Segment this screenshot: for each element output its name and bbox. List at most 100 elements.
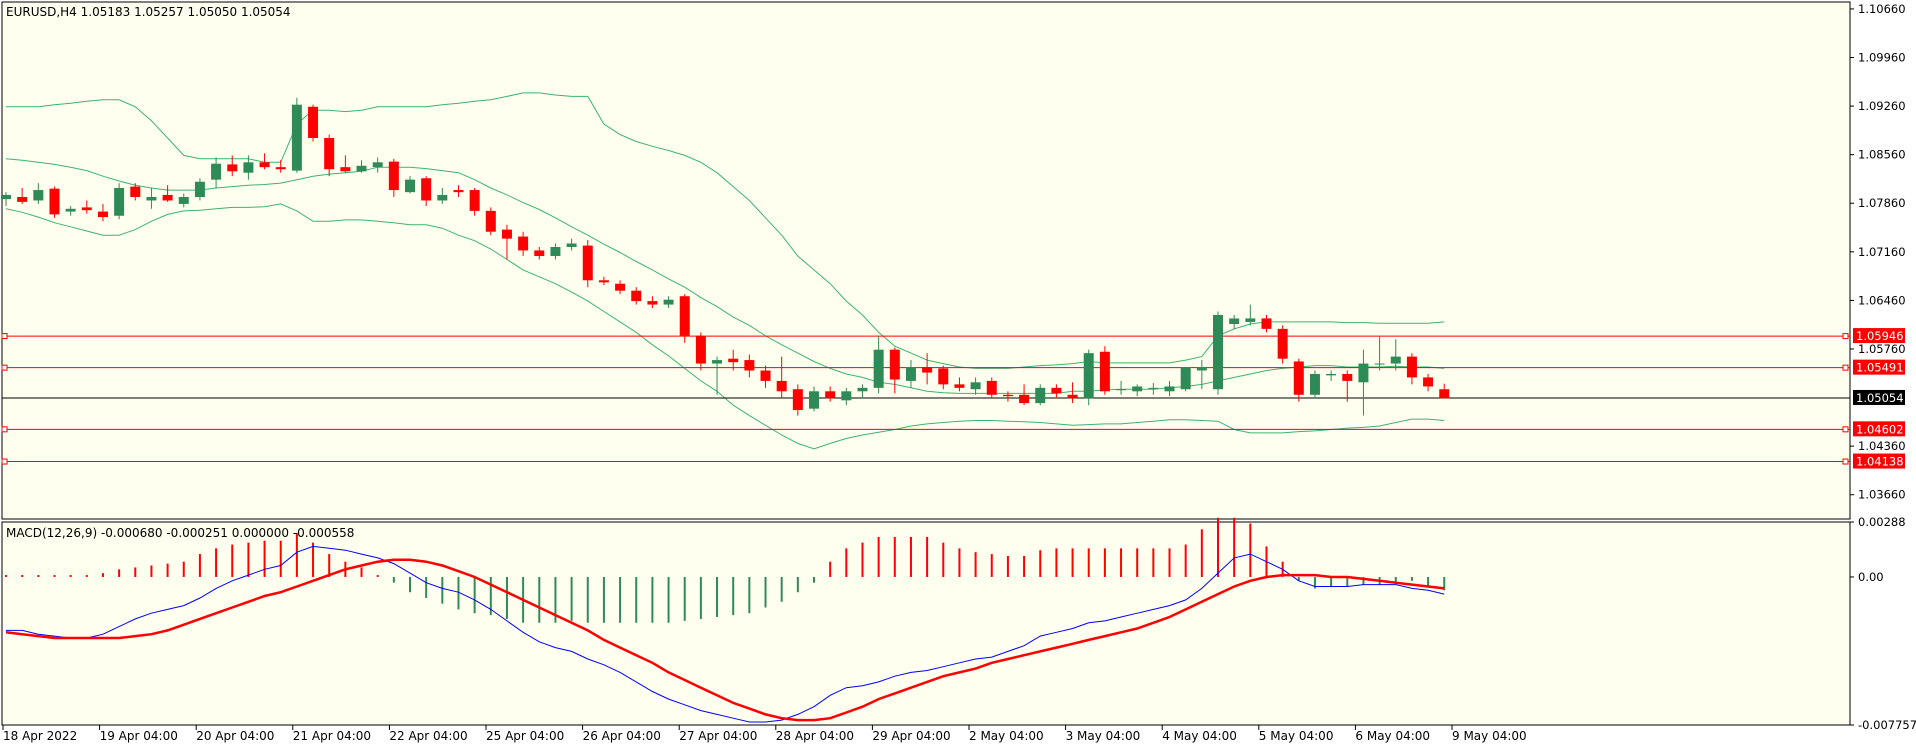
candle-body	[712, 360, 723, 364]
candle-body	[372, 162, 383, 168]
candle-body	[1358, 363, 1369, 383]
candle-body	[1099, 351, 1110, 392]
x-tick-label: 27 Apr 04:00	[679, 729, 757, 743]
candle-body	[582, 245, 593, 281]
x-tick-label: 19 Apr 04:00	[100, 729, 178, 743]
candle-body	[1309, 373, 1320, 395]
candle-body	[291, 104, 302, 171]
candle-body	[679, 296, 690, 336]
price-tick-label: 1.09260	[1858, 99, 1906, 113]
candle-body	[647, 301, 658, 305]
candle-body	[615, 283, 626, 291]
hline-marker-right	[1842, 458, 1849, 465]
candle-body	[518, 236, 529, 251]
candle-body	[146, 197, 157, 201]
candle-body	[405, 179, 415, 193]
candle-body	[308, 106, 319, 139]
candle-body	[33, 190, 44, 201]
hline-marker-right	[1842, 364, 1849, 371]
price-tick-label: 1.07860	[1858, 196, 1906, 210]
candle-body	[986, 380, 997, 395]
candle-body	[550, 246, 561, 256]
price-tick-label: 1.08560	[1858, 148, 1906, 162]
candle-body	[534, 250, 545, 256]
candle-body	[1439, 389, 1450, 399]
candle-body	[1277, 328, 1288, 359]
candle-body	[938, 368, 949, 385]
x-tick-label: 25 Apr 04:00	[486, 729, 564, 743]
x-tick-label: 21 Apr 04:00	[293, 729, 371, 743]
price-tick-label: 1.05760	[1858, 342, 1906, 356]
candle-body	[1261, 318, 1272, 329]
x-tick-label: 2 May 04:00	[969, 729, 1044, 743]
chart-svg: 1.05946 1.05491 1.04602 1.04138 1.05054 1.106…	[1, 1, 1916, 743]
price-tick-label: 1.07160	[1858, 245, 1906, 259]
candle-body	[1051, 387, 1062, 394]
candle-body	[227, 164, 238, 172]
candle-body	[1245, 318, 1256, 322]
candle-body	[162, 194, 173, 201]
candle-body	[388, 161, 399, 191]
x-tick-label: 9 May 04:00	[1452, 729, 1527, 743]
price-tick-label: 1.10660	[1858, 2, 1906, 16]
price-tag-label: 1.05491	[1856, 361, 1904, 375]
candle-body	[776, 380, 787, 392]
price-panel-bg	[1, 1, 1851, 520]
macd-tick-label: 0.00288	[1858, 515, 1906, 529]
candle-body	[1180, 367, 1191, 390]
x-tick-label: 28 Apr 04:00	[776, 729, 854, 743]
candle-body	[905, 367, 916, 381]
price-tick-label: 1.03660	[1858, 488, 1906, 502]
macd-tick-label: -0.007757	[1858, 718, 1916, 732]
candle-body	[1116, 389, 1127, 391]
candle-body	[1423, 377, 1434, 387]
candle-body	[17, 197, 28, 202]
price-tag-label: 1.05946	[1856, 329, 1904, 343]
candle-body	[1164, 386, 1175, 392]
candle-body	[49, 188, 60, 215]
candle-body	[825, 391, 836, 399]
candle-body	[744, 360, 755, 371]
hline-marker-left	[1, 364, 8, 371]
candle-body	[65, 208, 76, 212]
candle-body	[663, 299, 674, 305]
x-tick-label: 20 Apr 04:00	[196, 729, 274, 743]
candle-body	[194, 181, 205, 198]
candle-body	[114, 187, 125, 216]
price-tick-label: 1.09960	[1858, 51, 1906, 65]
hline-marker-left	[1, 333, 8, 340]
macd-info: MACD(12,26,9) -0.000680 -0.000251 0.0000…	[6, 526, 354, 540]
candle-body	[469, 190, 480, 211]
hline-marker-right	[1842, 333, 1849, 340]
candle-body	[211, 163, 222, 180]
candle-body	[598, 280, 609, 283]
candle-body	[97, 211, 108, 218]
candle-body	[1, 194, 11, 200]
x-tick-label: 3 May 04:00	[1066, 729, 1141, 743]
candle-body	[1406, 356, 1417, 378]
macd-panel-bg	[1, 521, 1851, 726]
candle-body	[1002, 394, 1013, 397]
candle-body	[728, 358, 739, 363]
candle-body	[566, 243, 577, 247]
candle-body	[1083, 353, 1094, 399]
candle-body	[1196, 367, 1207, 371]
price-tag-label: 1.04602	[1856, 422, 1904, 436]
price-tag-label: 1.04138	[1856, 455, 1904, 469]
candle-body	[453, 190, 464, 193]
candle-body	[243, 162, 254, 173]
candle-body	[792, 389, 803, 411]
x-tick-label: 22 Apr 04:00	[389, 729, 467, 743]
x-tick-label: 18 Apr 2022	[3, 729, 77, 743]
candle-body	[954, 384, 965, 388]
candle-body	[130, 186, 141, 198]
candle-body	[1067, 394, 1078, 399]
x-tick-label: 29 Apr 04:00	[872, 729, 950, 743]
candle-body	[1326, 373, 1337, 376]
candle-body	[1229, 318, 1240, 324]
candle-body	[922, 367, 933, 373]
candle-body	[841, 391, 852, 401]
symbol-info: EURUSD,H4 1.05183 1.05257 1.05050 1.0505…	[6, 5, 291, 19]
candle-body	[437, 194, 448, 201]
candle-body	[178, 197, 189, 204]
